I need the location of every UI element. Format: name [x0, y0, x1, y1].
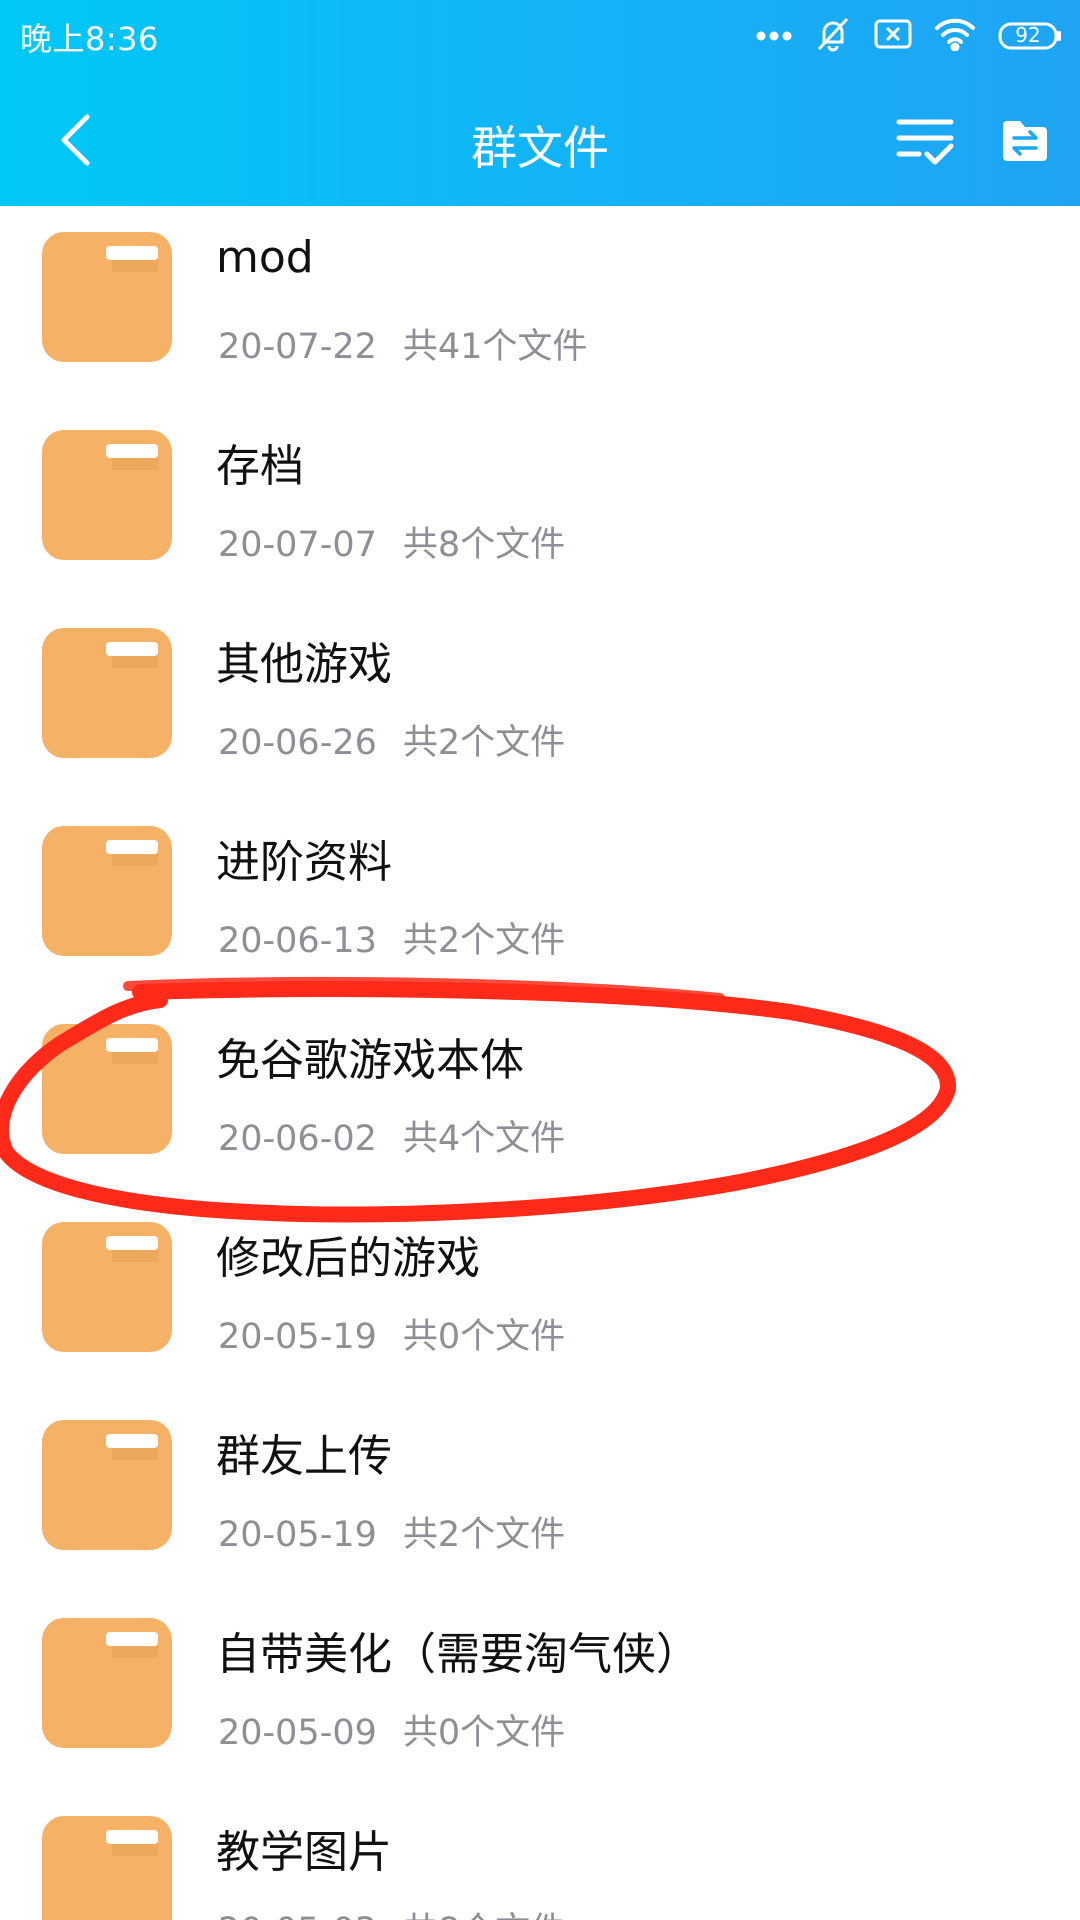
folder-row[interactable]: 进阶资料 20-06-13 共2个文件: [0, 800, 1080, 998]
folder-file-count: 共41个文件: [402, 327, 588, 367]
folder-icon: [42, 1618, 172, 1748]
mute-bell-icon: [814, 15, 852, 57]
folder-file-count: 共8个文件: [402, 525, 566, 565]
folder-name: 其他游戏: [216, 639, 392, 690]
folder-meta: 20-05-19 共0个文件: [218, 1308, 565, 1359]
folder-meta: 20-05-19 共2个文件: [218, 1506, 565, 1557]
folder-file-count: 共8个文件: [403, 1911, 565, 1920]
folder-file-count: 共4个文件: [402, 1119, 566, 1159]
list-check-icon: [896, 119, 954, 165]
wifi-icon: [934, 17, 976, 55]
folder-transfer-icon: [1003, 121, 1047, 161]
folder-file-count: 共2个文件: [402, 723, 566, 763]
folder-date: 20-06-13: [218, 921, 377, 961]
folder-row[interactable]: mod 20-07-22 共41个文件: [0, 206, 1080, 404]
folder-meta: 20-06-02 共4个文件: [218, 1110, 565, 1161]
folder-file-count: 共0个文件: [402, 1713, 566, 1753]
folder-meta: 20-07-22 共41个文件: [218, 318, 587, 369]
folder-row[interactable]: 其他游戏 20-06-26 共2个文件: [0, 602, 1080, 800]
folder-date: 20-06-02: [218, 1119, 377, 1159]
folder-meta: 20-06-13 共2个文件: [218, 912, 565, 963]
folder-icon: [42, 1024, 172, 1154]
folder-date: 20-05-19: [218, 1317, 377, 1357]
app-header: 晚上8:36 92 群文件: [0, 0, 1080, 206]
folder-icon: [42, 1420, 172, 1550]
battery-level: 92: [1015, 23, 1041, 47]
folder-icon: [42, 430, 172, 560]
folder-meta: 20-05-03 共8个文件: [218, 1902, 565, 1920]
folder-meta: 20-07-07 共8个文件: [218, 516, 565, 567]
folder-date: 20-05-09: [218, 1713, 377, 1753]
folder-name: 群友上传: [216, 1431, 392, 1482]
transfer-list-button[interactable]: [995, 108, 1055, 174]
folder-name: mod: [216, 232, 314, 283]
folder-row[interactable]: 教学图片 20-05-03 共8个文件: [0, 1790, 1080, 1920]
folder-date: 20-07-22: [218, 327, 377, 367]
file-list: mod 20-07-22 共41个文件 存档 20-07-07 共8个文件 其他游戏…: [0, 206, 1080, 1920]
folder-meta: 20-05-09 共0个文件: [218, 1704, 565, 1755]
folder-row[interactable]: 免谷歌游戏本体 20-06-02 共4个文件: [0, 998, 1080, 1196]
status-icons: 92: [756, 16, 1062, 56]
status-time: 晚上8:36: [20, 20, 159, 58]
title-bar: 群文件: [0, 72, 1080, 206]
more-dots-icon: [756, 27, 792, 46]
folder-meta: 20-06-26 共2个文件: [218, 714, 565, 765]
folder-icon: [42, 628, 172, 758]
folder-date: 20-06-26: [218, 723, 377, 763]
folder-date: 20-05-03: [218, 1911, 377, 1920]
folder-row[interactable]: 自带美化（需要淘气侠） 20-05-09 共0个文件: [0, 1592, 1080, 1790]
folder-date: 20-05-19: [218, 1515, 377, 1555]
folder-name: 自带美化（需要淘气侠）: [216, 1629, 700, 1680]
folder-name: 修改后的游戏: [216, 1233, 480, 1284]
folder-file-count: 共2个文件: [402, 921, 566, 961]
no-sim-icon: [874, 19, 912, 53]
battery-icon: 92: [998, 21, 1062, 51]
folder-icon: [42, 232, 172, 362]
status-bar: 晚上8:36 92: [0, 0, 1080, 72]
multi-select-button[interactable]: [890, 108, 960, 174]
folder-name: 存档: [216, 441, 304, 492]
folder-row[interactable]: 群友上传 20-05-19 共2个文件: [0, 1394, 1080, 1592]
folder-name: 免谷歌游戏本体: [216, 1035, 524, 1086]
folder-row[interactable]: 修改后的游戏 20-05-19 共0个文件: [0, 1196, 1080, 1394]
folder-name: 教学图片: [216, 1827, 392, 1878]
folder-date: 20-07-07: [218, 525, 377, 565]
folder-file-count: 共0个文件: [402, 1317, 566, 1357]
folder-icon: [42, 826, 172, 956]
folder-row[interactable]: 存档 20-07-07 共8个文件: [0, 404, 1080, 602]
folder-icon: [42, 1816, 172, 1920]
folder-file-count: 共2个文件: [402, 1515, 566, 1555]
folder-icon: [42, 1222, 172, 1352]
folder-name: 进阶资料: [216, 837, 392, 888]
